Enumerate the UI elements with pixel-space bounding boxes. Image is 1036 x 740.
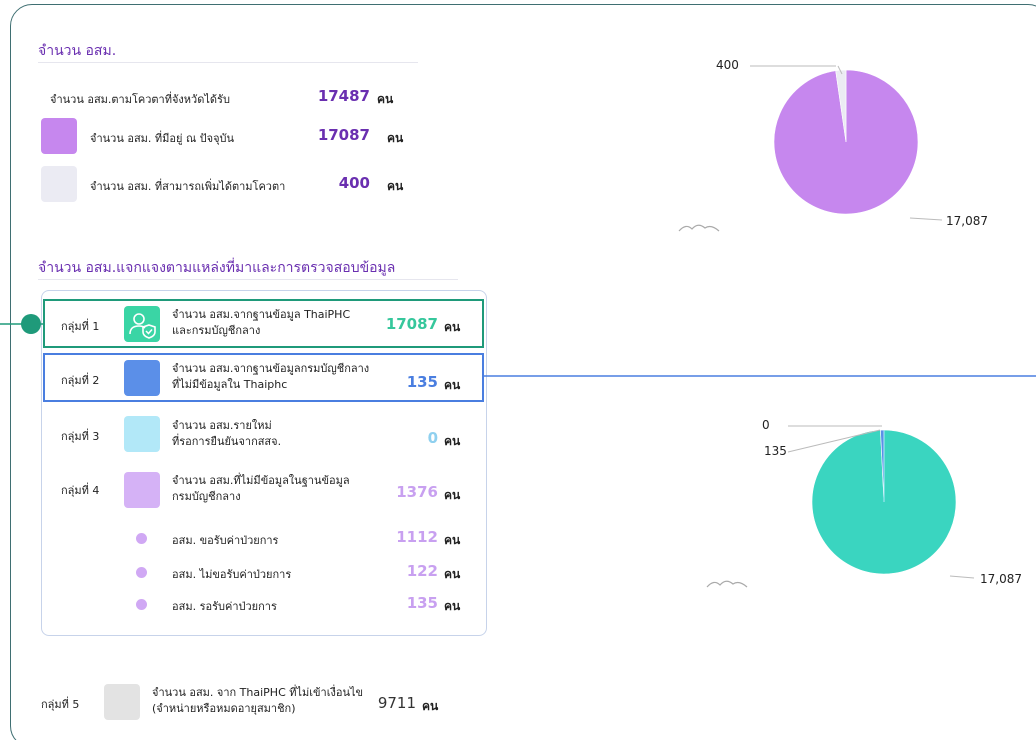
group4-unit: คน — [444, 488, 461, 502]
pie2-leader-17087 — [949, 575, 975, 579]
group3-desc-line2: ที่รอการยืนยันจากสสจ. — [172, 435, 282, 448]
group3-desc-line1: จำนวน อสม.รายใหม่ — [172, 419, 272, 432]
group2-unit: คน — [444, 378, 461, 392]
sub-dot — [136, 599, 147, 610]
group2-desc-line2: ที่ไม่มีข้อมูลใน Thaiphc — [172, 378, 288, 391]
group1-connector — [0, 314, 43, 334]
quota-label: จำนวน อสม.ตามโควตาที่จังหวัดได้รับ — [50, 93, 230, 106]
group1-unit: คน — [444, 320, 461, 334]
group4-desc: จำนวน อสม.ที่ไม่มีข้อมูลในฐานข้อมูล กรมบ… — [172, 473, 350, 505]
current-value: 17087 — [317, 126, 370, 144]
group5-desc-line1: จำนวน อสม. จาก ThaiPHC ที่ไม่เข้าเงื่อนไ… — [152, 686, 364, 699]
addable-value: 400 — [338, 174, 370, 192]
divider — [38, 62, 418, 63]
sub3-label: อสม. รอรับค่าป่วยการ — [172, 600, 277, 613]
group4-desc-line2: กรมบัญชีกลาง — [172, 490, 241, 503]
sub1-label: อสม. ขอรับค่าป่วยการ — [172, 534, 279, 547]
quota-value: 17487 — [317, 87, 370, 105]
group4-label: กลุ่มที่ 4 — [61, 484, 100, 497]
pie1-leader-17087 — [909, 217, 943, 221]
group5-value: 9711 — [377, 694, 416, 712]
pie2-label-135: 135 — [764, 444, 787, 458]
group5-unit: คน — [422, 699, 439, 713]
user-shield-icon — [129, 313, 156, 339]
pie2-label-0: 0 — [762, 418, 770, 432]
group4-desc-line1: จำนวน อสม.ที่ไม่มีข้อมูลในฐานข้อมูล — [172, 474, 350, 487]
addable-swatch — [41, 166, 77, 202]
group3-unit: คน — [444, 434, 461, 448]
group1-value: 17087 — [385, 315, 438, 333]
section1-title: จำนวน อสม. — [38, 43, 117, 59]
current-label: จำนวน อสม. ที่มีอยู่ ณ ปัจจุบัน — [90, 132, 235, 145]
group2-desc-line1: จำนวน อสม.จากฐานข้อมูลกรมบัญชีกลาง — [172, 362, 370, 375]
section2-title: จำนวน อสม.แจกแจงตามแหล่งที่มาและการตรวจส… — [38, 260, 396, 276]
sub1-unit: คน — [444, 533, 461, 547]
group3-label: กลุ่มที่ 3 — [61, 430, 100, 443]
group3-desc: จำนวน อสม.รายใหม่ ที่รอการยืนยันจากสสจ. — [172, 418, 281, 450]
group2-label: กลุ่มที่ 2 — [61, 374, 100, 387]
pie1-label-400: 400 — [716, 58, 739, 72]
sub2-value: 122 — [406, 562, 438, 580]
group5-label: กลุ่มที่ 5 — [41, 698, 80, 711]
addable-unit: คน — [387, 179, 404, 193]
group4-swatch — [124, 472, 160, 508]
group1-swatch — [124, 306, 160, 342]
group1-label: กลุ่มที่ 1 — [61, 320, 100, 333]
group1-desc-line2: และกรมบัญชีกลาง — [172, 324, 261, 337]
watermark-logo — [678, 224, 720, 232]
sub3-value: 135 — [406, 594, 438, 612]
quota-unit: คน — [377, 92, 394, 106]
group2-value: 135 — [406, 373, 438, 391]
group2-connector — [484, 375, 1036, 377]
group2-desc: จำนวน อสม.จากฐานข้อมูลกรมบัญชีกลาง ที่ไม… — [172, 361, 369, 393]
pie2-label-17087: 17,087 — [980, 572, 1022, 586]
group3-value: 0 — [427, 429, 438, 447]
group4-value: 1376 — [396, 483, 438, 501]
divider — [38, 279, 458, 280]
group5-swatch — [104, 684, 140, 720]
sub1-value: 1112 — [396, 528, 438, 546]
group3-swatch — [124, 416, 160, 452]
pie1-label-17087: 17,087 — [946, 214, 988, 228]
group1-desc-line1: จำนวน อสม.จากฐานข้อมูล ThaiPHC — [172, 308, 351, 321]
sub2-label: อสม. ไม่ขอรับค่าป่วยการ — [172, 568, 292, 581]
sub-dot — [136, 567, 147, 578]
current-unit: คน — [387, 131, 404, 145]
current-swatch — [41, 118, 77, 154]
sub3-unit: คน — [444, 599, 461, 613]
group2-swatch — [124, 360, 160, 396]
watermark-logo — [706, 580, 748, 588]
sub-dot — [136, 533, 147, 544]
group5-desc-line2: (จำหน่ายหรือหมดอายุสมาชิก) — [152, 702, 296, 715]
group1-desc: จำนวน อสม.จากฐานข้อมูล ThaiPHC และกรมบัญ… — [172, 307, 350, 339]
group5-desc: จำนวน อสม. จาก ThaiPHC ที่ไม่เข้าเงื่อนไ… — [152, 685, 363, 717]
addable-label: จำนวน อสม. ที่สามารถเพิ่มได้ตามโควตา — [90, 180, 286, 193]
sub2-unit: คน — [444, 567, 461, 581]
